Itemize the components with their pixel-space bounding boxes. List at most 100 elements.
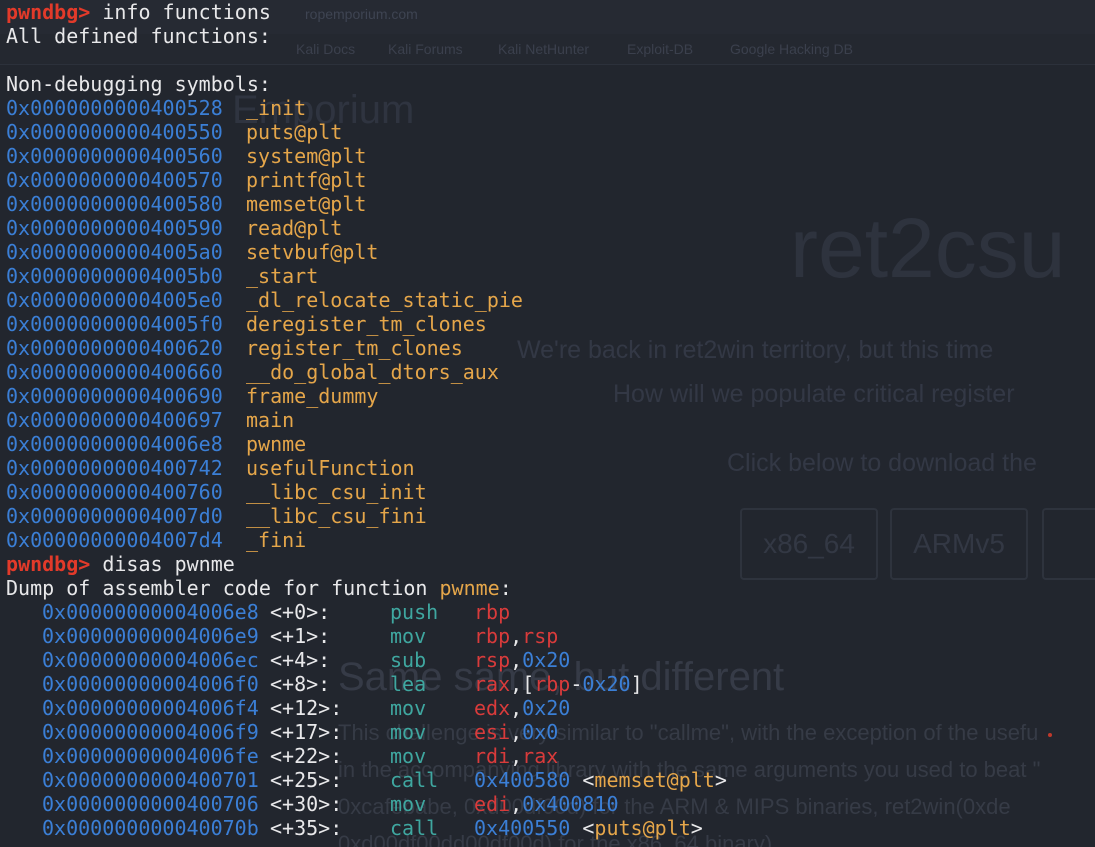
- instruction-mnemonic: push: [390, 600, 439, 624]
- instruction-offset: <+0>:: [270, 600, 331, 624]
- operand-plain: ,: [510, 696, 523, 720]
- operand-num: 0x20: [582, 672, 631, 696]
- operand-num: 0x400580: [474, 768, 571, 792]
- instruction-mnemonic: mov: [390, 720, 427, 744]
- operand-plain: ,: [510, 792, 523, 816]
- symbol-row: 0x0000000000400560 system@plt: [6, 144, 1095, 168]
- symbol-name: memset@plt: [246, 192, 367, 216]
- instruction-row: 0x00000000004006f9 <+17>: mov esi,0x0: [6, 720, 1095, 744]
- instruction-address: 0x0000000000400701: [42, 768, 259, 792]
- instruction-row: 0x00000000004006ec <+4>: sub rsp,0x20: [6, 648, 1095, 672]
- operand-num: 0x400550: [474, 816, 571, 840]
- operand-reg: rax: [474, 672, 511, 696]
- instruction-address: 0x000000000040070b: [42, 816, 259, 840]
- pwndbg-prompt: pwndbg>: [6, 0, 91, 24]
- operand-plain: ,: [510, 720, 523, 744]
- instruction-offset: <+8>:: [270, 672, 331, 696]
- symbol-row: 0x0000000000400590 read@plt: [6, 216, 1095, 240]
- terminal-output[interactable]: pwndbg> info functions All defined funct…: [6, 0, 1095, 847]
- symbol-address: 0x0000000000400742: [6, 456, 223, 480]
- operand-plain: ,[: [510, 672, 535, 696]
- symbol-address: 0x00000000004006e8: [6, 432, 223, 456]
- symbol-name: frame_dummy: [246, 384, 379, 408]
- command-line: pwndbg> disas pwnme: [6, 552, 1095, 576]
- instruction-offset: <+17>:: [270, 720, 343, 744]
- instruction-offset: <+35>:: [270, 816, 343, 840]
- instruction-offset: <+4>:: [270, 648, 331, 672]
- symbol-address: 0x00000000004007d0: [6, 504, 223, 528]
- instruction-address: 0x00000000004006f0: [42, 672, 259, 696]
- instruction-row: 0x00000000004006f0 <+8>: lea rax,[rbp-0x20]: [6, 672, 1095, 696]
- symbol-name: puts@plt: [246, 120, 343, 144]
- symbol-row: 0x0000000000400660 __do_global_dtors_aux: [6, 360, 1095, 384]
- symbol-row: 0x0000000000400620 register_tm_clones: [6, 336, 1095, 360]
- instruction-address: 0x00000000004006f4: [42, 696, 259, 720]
- symbol-address: 0x00000000004005a0: [6, 240, 223, 264]
- symbol-name: __libc_csu_init: [246, 480, 427, 504]
- symbol-address: 0x0000000000400580: [6, 192, 223, 216]
- symbol-row: 0x0000000000400528 _init: [6, 96, 1095, 120]
- symbol-name: read@plt: [246, 216, 343, 240]
- symbol-list: 0x0000000000400528 _init 0x000000000040055…: [6, 96, 1095, 552]
- instruction-row: 0x00000000004006e8 <+0>: push rbp: [6, 600, 1095, 624]
- instruction-mnemonic: mov: [390, 696, 427, 720]
- instruction-row: 0x0000000000400701 <+25>: call 0x400580 <me…: [6, 768, 1095, 792]
- symbol-address: 0x0000000000400690: [6, 384, 223, 408]
- symbol-address: 0x0000000000400697: [6, 408, 223, 432]
- symbol-address: 0x00000000004005b0: [6, 264, 223, 288]
- operand-plain: >: [714, 768, 727, 792]
- dump-function-name: pwnme: [439, 576, 500, 600]
- operand-plain: ,: [510, 624, 523, 648]
- symbol-row: 0x0000000000400742 usefulFunction: [6, 456, 1095, 480]
- instruction-address: 0x00000000004006fe: [42, 744, 259, 768]
- instruction-mnemonic: call: [390, 768, 439, 792]
- symbol-name: pwnme: [246, 432, 307, 456]
- symbol-name: _fini: [246, 528, 307, 552]
- operand-sym: memset@plt: [594, 768, 715, 792]
- operand-reg: rsp: [522, 624, 559, 648]
- operand-num: 0x20: [522, 648, 571, 672]
- operand-reg: rbp: [534, 672, 571, 696]
- instruction-row: 0x000000000040070b <+35>: call 0x400550 <pu…: [6, 816, 1095, 840]
- operand-reg: rbp: [474, 624, 511, 648]
- operand-reg: esi: [474, 720, 511, 744]
- symbol-address: 0x0000000000400590: [6, 216, 223, 240]
- symbol-row: 0x0000000000400550 puts@plt: [6, 120, 1095, 144]
- instruction-offset: <+22>:: [270, 744, 343, 768]
- symbol-row: 0x0000000000400697 main: [6, 408, 1095, 432]
- instruction-mnemonic: sub: [390, 648, 427, 672]
- operand-reg: rax: [522, 744, 559, 768]
- instruction-mnemonic: mov: [390, 792, 427, 816]
- instruction-address: 0x0000000000400706: [42, 792, 259, 816]
- operand-num: 0x400810: [522, 792, 619, 816]
- instruction-address: 0x00000000004006e9: [42, 624, 259, 648]
- symbol-row: 0x00000000004005a0 setvbuf@plt: [6, 240, 1095, 264]
- symbol-name: __libc_csu_fini: [246, 504, 427, 528]
- symbol-name: system@plt: [246, 144, 367, 168]
- instruction-mnemonic: mov: [390, 744, 427, 768]
- symbol-name: deregister_tm_clones: [246, 312, 487, 336]
- symbol-row: 0x0000000000400760 __libc_csu_init: [6, 480, 1095, 504]
- symbol-name: main: [246, 408, 295, 432]
- operand-plain: >: [690, 816, 703, 840]
- instruction-offset: <+12>:: [270, 696, 343, 720]
- output-header: Non-debugging symbols:: [6, 72, 271, 96]
- symbol-address: 0x0000000000400620: [6, 336, 223, 360]
- operand-reg: rbp: [474, 600, 511, 624]
- symbol-address: 0x0000000000400560: [6, 144, 223, 168]
- symbol-row: 0x0000000000400690 frame_dummy: [6, 384, 1095, 408]
- symbol-name: _start: [246, 264, 319, 288]
- symbol-name: setvbuf@plt: [246, 240, 379, 264]
- instruction-mnemonic: call: [390, 816, 439, 840]
- operand-num: 0x0: [522, 720, 559, 744]
- operand-plain: ,: [510, 648, 523, 672]
- operand-reg: rdi: [474, 744, 511, 768]
- instruction-mnemonic: mov: [390, 624, 427, 648]
- symbol-row: 0x00000000004005b0 _start: [6, 264, 1095, 288]
- assembly-listing: 0x00000000004006e8 <+0>: push rbp 0x00000000…: [6, 600, 1095, 840]
- symbol-address: 0x0000000000400570: [6, 168, 223, 192]
- symbol-address: 0x0000000000400760: [6, 480, 223, 504]
- pwndbg-prompt: pwndbg>: [6, 552, 91, 576]
- symbol-row: 0x0000000000400570 printf@plt: [6, 168, 1095, 192]
